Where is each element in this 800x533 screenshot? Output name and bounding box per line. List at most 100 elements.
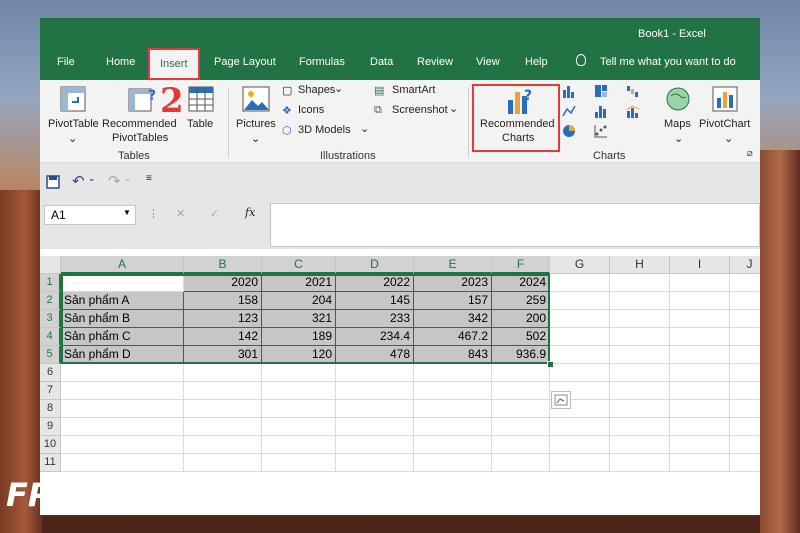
cell-c7[interactable] xyxy=(262,382,336,400)
cell-h4[interactable] xyxy=(610,328,670,346)
cell-e5[interactable]: 843 xyxy=(414,346,492,364)
cell-a6[interactable] xyxy=(61,364,184,382)
chevron-down-icon[interactable]: ⌄ xyxy=(68,132,77,145)
cell-h10[interactable] xyxy=(610,436,670,454)
cell-j7[interactable] xyxy=(730,382,760,400)
cell-e1[interactable]: 2023 xyxy=(414,274,492,292)
column-header-d[interactable]: D xyxy=(336,256,414,274)
cell-c9[interactable] xyxy=(262,418,336,436)
cell-c3[interactable]: 321 xyxy=(262,310,336,328)
chevron-down-icon[interactable]: ⌄ xyxy=(334,82,343,95)
tell-me-search[interactable]: Tell me what you want to do xyxy=(600,56,736,68)
cell-d6[interactable] xyxy=(336,364,414,382)
line-chart-icon[interactable] xyxy=(562,104,576,123)
cell-d7[interactable] xyxy=(336,382,414,400)
cell-j11[interactable] xyxy=(730,454,760,472)
quick-analysis-icon[interactable] xyxy=(551,391,571,409)
row-header-11[interactable]: 11 xyxy=(40,454,61,472)
cell-f7[interactable] xyxy=(492,382,550,400)
cell-d2[interactable]: 145 xyxy=(336,292,414,310)
undo-icon[interactable]: ↶ xyxy=(72,172,85,190)
cell-c10[interactable] xyxy=(262,436,336,454)
cell-g11[interactable] xyxy=(550,454,610,472)
hierarchy-chart-icon[interactable] xyxy=(594,84,608,103)
cell-e7[interactable] xyxy=(414,382,492,400)
cell-i6[interactable] xyxy=(670,364,730,382)
cell-b10[interactable] xyxy=(184,436,262,454)
smartart-label[interactable]: SmartArt xyxy=(392,84,435,96)
tab-view[interactable]: View xyxy=(476,56,500,68)
cell-d4[interactable]: 234.4 xyxy=(336,328,414,346)
cell-i3[interactable] xyxy=(670,310,730,328)
cell-h1[interactable] xyxy=(610,274,670,292)
cell-j3[interactable] xyxy=(730,310,760,328)
maps-label[interactable]: Maps xyxy=(664,118,691,130)
cell-j8[interactable] xyxy=(730,400,760,418)
cell-i9[interactable] xyxy=(670,418,730,436)
cell-e4[interactable]: 467.2 xyxy=(414,328,492,346)
cell-b8[interactable] xyxy=(184,400,262,418)
dialog-launcher-icon[interactable]: ⧄ xyxy=(747,148,753,159)
cell-a2[interactable]: Sản phẩm A xyxy=(61,292,184,310)
cell-c11[interactable] xyxy=(262,454,336,472)
screenshot-label[interactable]: Screenshot xyxy=(392,104,448,116)
cell-h6[interactable] xyxy=(610,364,670,382)
cell-c8[interactable] xyxy=(262,400,336,418)
pictures-icon[interactable] xyxy=(242,86,270,117)
cell-a7[interactable] xyxy=(61,382,184,400)
cell-b11[interactable] xyxy=(184,454,262,472)
row-header-1[interactable]: 1 xyxy=(40,274,61,292)
insert-function-icon[interactable]: fx xyxy=(245,206,255,219)
cell-c4[interactable]: 189 xyxy=(262,328,336,346)
enter-icon[interactable]: ✓ xyxy=(210,207,219,220)
cell-i11[interactable] xyxy=(670,454,730,472)
cell-h7[interactable] xyxy=(610,382,670,400)
pivotchart-label[interactable]: PivotChart xyxy=(699,118,750,130)
cell-b2[interactable]: 158 xyxy=(184,292,262,310)
column-chart-icon[interactable] xyxy=(562,84,576,103)
row-header-2[interactable]: 2 xyxy=(40,292,61,310)
cell-d1[interactable]: 2022 xyxy=(336,274,414,292)
column-header-e[interactable]: E xyxy=(414,256,492,274)
cell-e8[interactable] xyxy=(414,400,492,418)
cell-e10[interactable] xyxy=(414,436,492,454)
chevron-down-icon[interactable]: ⌄ xyxy=(724,132,733,145)
cell-b7[interactable] xyxy=(184,382,262,400)
cell-a5[interactable]: Sản phẩm D xyxy=(61,346,184,364)
chevron-down-icon[interactable]: ⌄ xyxy=(674,132,683,145)
cell-b1[interactable]: 2020 xyxy=(184,274,262,292)
row-header-9[interactable]: 9 xyxy=(40,418,61,436)
combo-chart-icon[interactable] xyxy=(626,104,640,123)
cell-b6[interactable] xyxy=(184,364,262,382)
pivottable-icon[interactable] xyxy=(60,86,86,117)
row-header-8[interactable]: 8 xyxy=(40,400,61,418)
cell-h8[interactable] xyxy=(610,400,670,418)
cell-i8[interactable] xyxy=(670,400,730,418)
tab-page-layout[interactable]: Page Layout xyxy=(214,56,276,68)
cell-f3[interactable]: 200 xyxy=(492,310,550,328)
cell-h11[interactable] xyxy=(610,454,670,472)
tab-formulas[interactable]: Formulas xyxy=(299,56,345,68)
row-header-5[interactable]: 5 xyxy=(40,346,61,364)
row-header-3[interactable]: 3 xyxy=(40,310,61,328)
column-header-h[interactable]: H xyxy=(610,256,670,274)
cell-c1[interactable]: 2021 xyxy=(262,274,336,292)
table-label[interactable]: Table xyxy=(187,118,213,130)
cell-j6[interactable] xyxy=(730,364,760,382)
tab-data[interactable]: Data xyxy=(370,56,393,68)
cell-i4[interactable] xyxy=(670,328,730,346)
column-header-b[interactable]: B xyxy=(184,256,262,274)
column-header-j[interactable]: J xyxy=(730,256,760,274)
cell-h5[interactable] xyxy=(610,346,670,364)
cell-e2[interactable]: 157 xyxy=(414,292,492,310)
cell-i1[interactable] xyxy=(670,274,730,292)
pivottable-label[interactable]: PivotTable xyxy=(48,118,99,130)
pie-chart-icon[interactable] xyxy=(562,124,576,143)
shapes-icon[interactable]: ▢ xyxy=(282,84,292,97)
globe-icon[interactable] xyxy=(665,86,691,117)
chevron-down-icon[interactable]: ⌄ xyxy=(251,132,260,145)
cell-d8[interactable] xyxy=(336,400,414,418)
column-header-f[interactable]: F xyxy=(492,256,550,274)
smartart-icon[interactable]: ▤ xyxy=(374,84,384,97)
cell-g6[interactable] xyxy=(550,364,610,382)
